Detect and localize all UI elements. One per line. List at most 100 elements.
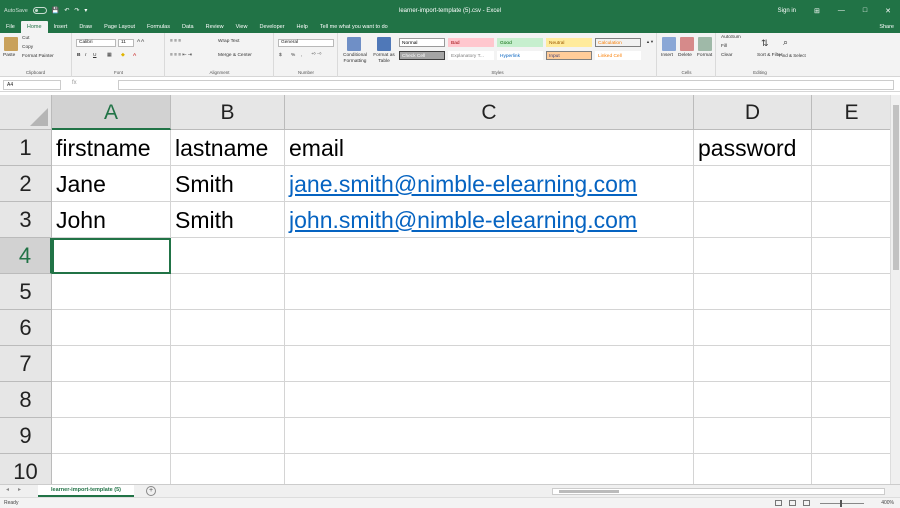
paste-button[interactable]: Paste (3, 53, 15, 58)
comma-button[interactable]: , (301, 53, 302, 58)
cut-button[interactable]: Cut (22, 36, 29, 41)
row-header-1[interactable]: 1 (0, 130, 52, 166)
select-all-button[interactable] (0, 95, 52, 130)
currency-icon[interactable]: $ (279, 53, 282, 58)
paste-icon[interactable] (4, 37, 18, 51)
vertical-scrollbar[interactable] (890, 95, 900, 484)
tab-review[interactable]: Review (200, 21, 230, 33)
cell-c7[interactable] (285, 346, 694, 382)
cell-c6[interactable] (285, 310, 694, 346)
row-header-8[interactable]: 8 (0, 382, 52, 418)
sort-filter-icon[interactable]: ⇅ (761, 38, 769, 49)
cell-d2[interactable] (694, 166, 812, 202)
decimal-icon[interactable]: ⁺⁰ ⁻⁰ (311, 53, 321, 58)
number-format-select[interactable]: General (278, 39, 334, 47)
cell-e10[interactable] (812, 454, 890, 484)
prev-sheet-icon[interactable]: ◂ (6, 486, 9, 493)
cell-a8[interactable] (52, 382, 171, 418)
cell-a7[interactable] (52, 346, 171, 382)
tab-view[interactable]: View (230, 21, 254, 33)
cell-c3[interactable]: john.smith@nimble-elearning.com (285, 202, 694, 238)
row-header-2[interactable]: 2 (0, 166, 52, 202)
merge-center-button[interactable]: Merge & Center (218, 53, 252, 58)
row-header-4[interactable]: 4 (0, 238, 52, 274)
copy-button[interactable]: Copy (22, 45, 33, 50)
tab-home[interactable]: Home (20, 21, 48, 33)
customize-qat-icon[interactable]: ▾ (84, 7, 87, 14)
italic-button[interactable]: I (85, 53, 86, 58)
gallery-more-icon[interactable]: ▲▼ (646, 39, 654, 44)
cell-a9[interactable] (52, 418, 171, 454)
cell-d6[interactable] (694, 310, 812, 346)
cell-c2[interactable]: jane.smith@nimble-elearning.com (285, 166, 694, 202)
autosum-button[interactable]: AutoSum (721, 35, 741, 40)
tab-developer[interactable]: Developer (253, 21, 290, 33)
cell-style-bad[interactable]: Bad (448, 38, 494, 47)
tell-me-search[interactable]: Tell me what you want to do (314, 21, 394, 33)
cell-style-explanatory-t[interactable]: Explanatory T... (448, 51, 494, 60)
delete-button[interactable]: Delete (678, 53, 692, 58)
cell-c10[interactable] (285, 454, 694, 484)
cell-e9[interactable] (812, 418, 890, 454)
cell-b3[interactable]: Smith (171, 202, 285, 238)
cell-style-calculation[interactable]: Calculation (595, 38, 641, 47)
find-select-icon[interactable]: ⌕ (783, 37, 788, 48)
fill-color-icon[interactable]: ◆ (121, 53, 125, 58)
column-header-a[interactable]: A (52, 95, 171, 130)
cell-b4[interactable] (171, 238, 285, 274)
tab-formulas[interactable]: Formulas (141, 21, 176, 33)
cell-e4[interactable] (812, 238, 890, 274)
ribbon-display-icon[interactable]: ⊞ (805, 7, 829, 15)
column-header-d[interactable]: D (694, 95, 812, 130)
column-header-b[interactable]: B (171, 95, 285, 130)
fx-icon[interactable]: fx (72, 80, 77, 86)
cell-e5[interactable] (812, 274, 890, 310)
row-header-3[interactable]: 3 (0, 202, 52, 238)
wrap-text-button[interactable]: Wrap Text (218, 39, 239, 44)
cell-c9[interactable] (285, 418, 694, 454)
cell-c1[interactable]: email (285, 130, 694, 166)
cell-c4[interactable] (285, 238, 694, 274)
grow-font-icon[interactable]: A A (137, 39, 144, 44)
row-header-5[interactable]: 5 (0, 274, 52, 310)
column-header-c[interactable]: C (285, 95, 694, 130)
cell-a5[interactable] (52, 274, 171, 310)
cell-b2[interactable]: Smith (171, 166, 285, 202)
row-header-6[interactable]: 6 (0, 310, 52, 346)
cell-e6[interactable] (812, 310, 890, 346)
cell-b9[interactable] (171, 418, 285, 454)
cell-style-neutral[interactable]: Neutral (546, 38, 592, 47)
cell-b5[interactable] (171, 274, 285, 310)
cell-b8[interactable] (171, 382, 285, 418)
underline-button[interactable]: U (93, 53, 96, 58)
insert-cells-icon[interactable] (662, 37, 676, 51)
cell-style-good[interactable]: Good (497, 38, 543, 47)
cell-a3[interactable]: John (52, 202, 171, 238)
column-header-e[interactable]: E (812, 95, 890, 130)
cell-a10[interactable] (52, 454, 171, 484)
cell-c8[interactable] (285, 382, 694, 418)
page-break-view-icon[interactable] (803, 500, 810, 506)
font-family-select[interactable]: Calibri (76, 39, 116, 47)
cell-c5[interactable] (285, 274, 694, 310)
borders-icon[interactable]: ▦ (107, 53, 112, 58)
cell-b10[interactable] (171, 454, 285, 484)
cell-style-hyperlink[interactable]: Hyperlink (497, 51, 543, 60)
cell-e1[interactable] (812, 130, 890, 166)
sheet-tab[interactable]: learner-import-template (5) (38, 485, 134, 497)
zoom-slider[interactable] (820, 500, 864, 507)
horizontal-scrollbar[interactable] (552, 488, 885, 495)
redo-icon[interactable]: ↷ (74, 7, 79, 14)
row-header-9[interactable]: 9 (0, 418, 52, 454)
formula-input[interactable] (118, 80, 894, 90)
row-header-7[interactable]: 7 (0, 346, 52, 382)
restore-button[interactable]: □ (854, 7, 876, 14)
cell-b1[interactable]: lastname (171, 130, 285, 166)
cell-d3[interactable] (694, 202, 812, 238)
cell-style-check-cell[interactable]: Check Cell (399, 51, 445, 60)
tab-help[interactable]: Help (291, 21, 314, 33)
cell-b6[interactable] (171, 310, 285, 346)
format-as-table-icon[interactable] (377, 37, 391, 51)
format-button[interactable]: Format (697, 53, 712, 58)
cell-e2[interactable] (812, 166, 890, 202)
